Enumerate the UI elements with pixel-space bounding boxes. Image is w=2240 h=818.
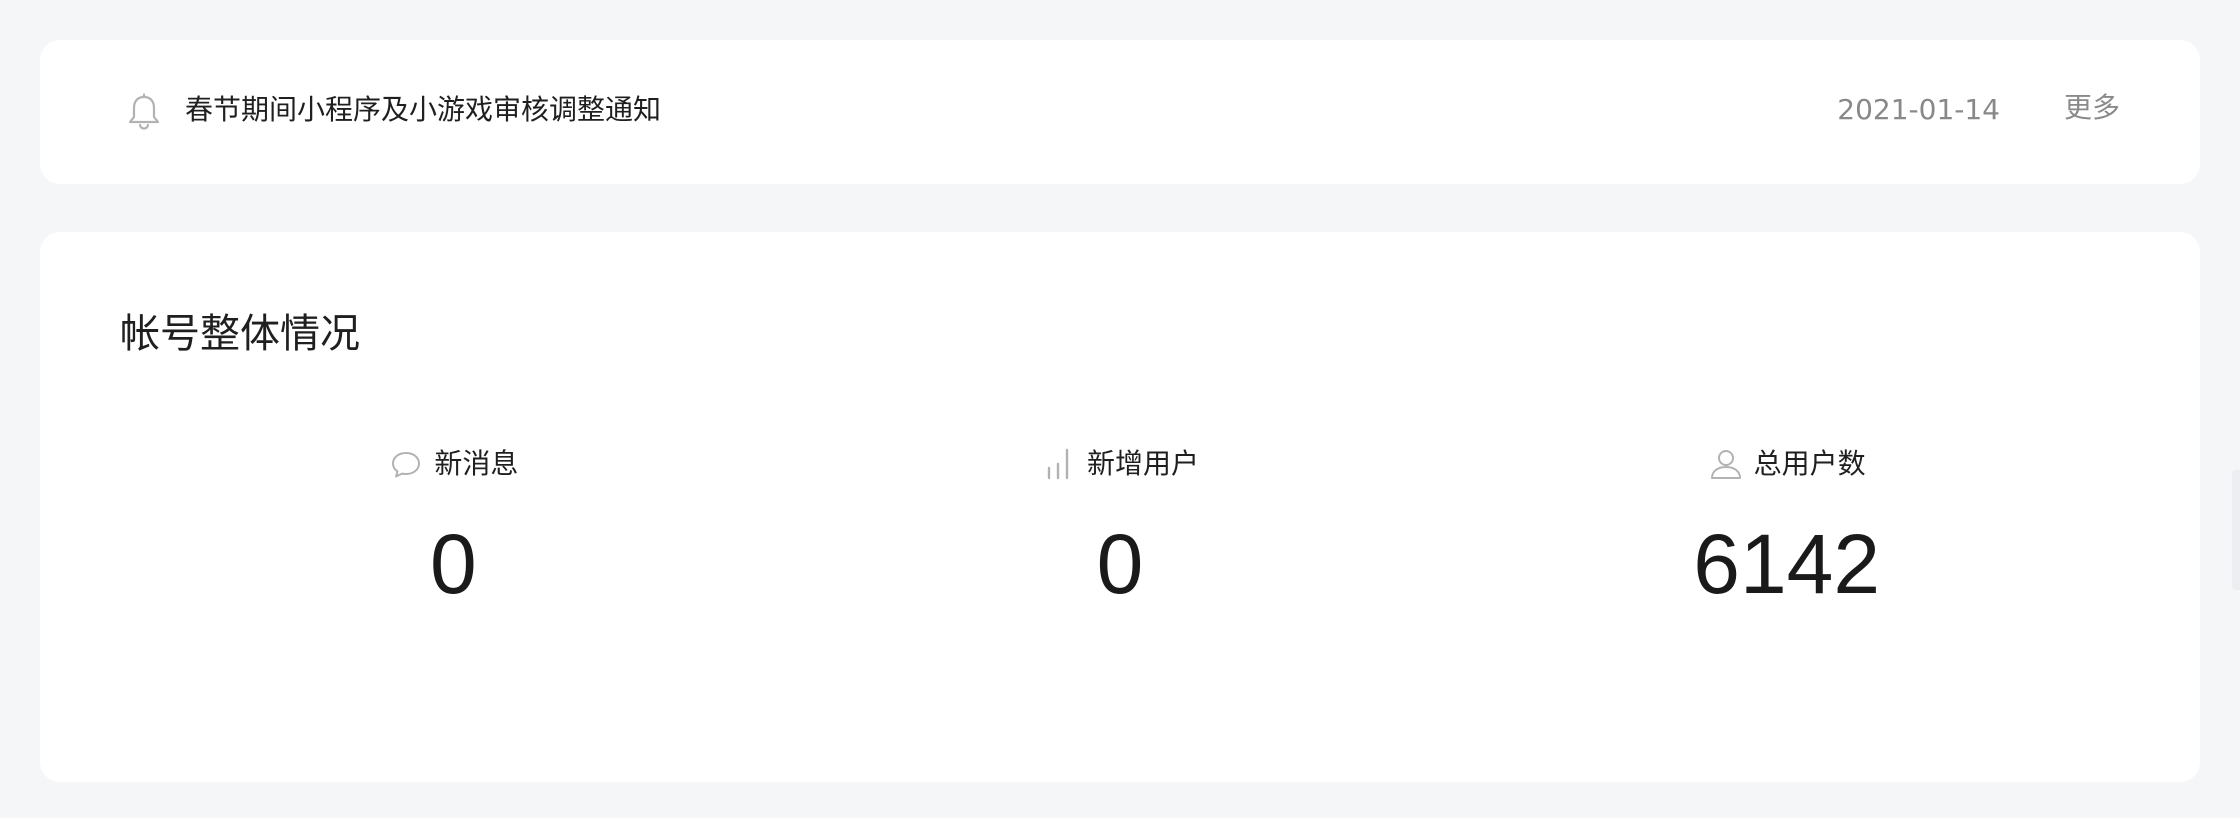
- section-title: 帐号整体情况: [120, 311, 360, 357]
- message-icon: [392, 452, 421, 478]
- stat-value: 0: [429, 517, 477, 611]
- bar-chart-icon: [1047, 448, 1069, 480]
- scrollbar[interactable]: [2232, 470, 2240, 590]
- stat-new-messages[interactable]: 新消息 0: [120, 444, 787, 614]
- stat-total-users[interactable]: 总用户数 6142: [1453, 444, 2120, 614]
- stat-new-users[interactable]: 新增用户 0: [787, 444, 1454, 614]
- stat-label: 新增用户: [1087, 447, 1200, 480]
- stat-label-row: 新消息: [388, 444, 518, 484]
- stat-value: 0: [1096, 517, 1144, 611]
- notice-card: 春节期间小程序及小游戏审核调整通知 2021-01-14 更多: [40, 40, 2200, 184]
- user-icon: [1710, 450, 1741, 479]
- notice-title-link[interactable]: 春节期间小程序及小游戏审核调整通知: [185, 90, 661, 130]
- stat-label-row: 总用户数: [1708, 444, 1866, 484]
- notice-date: 2021-01-14: [1837, 93, 2000, 126]
- stat-label: 新消息: [434, 447, 519, 480]
- stat-label-row: 新增用户: [1041, 444, 1199, 484]
- more-link[interactable]: 更多: [2064, 88, 2120, 128]
- account-overview-card: 帐号整体情况 新消息 0 新增用户 0 总用户数 6142: [40, 232, 2200, 782]
- stat-value: 6142: [1693, 517, 1881, 611]
- stats-row: 新消息 0 新增用户 0 总用户数 6142: [120, 444, 2120, 614]
- stat-label: 总用户数: [1753, 447, 1866, 480]
- bell-icon: [128, 93, 160, 130]
